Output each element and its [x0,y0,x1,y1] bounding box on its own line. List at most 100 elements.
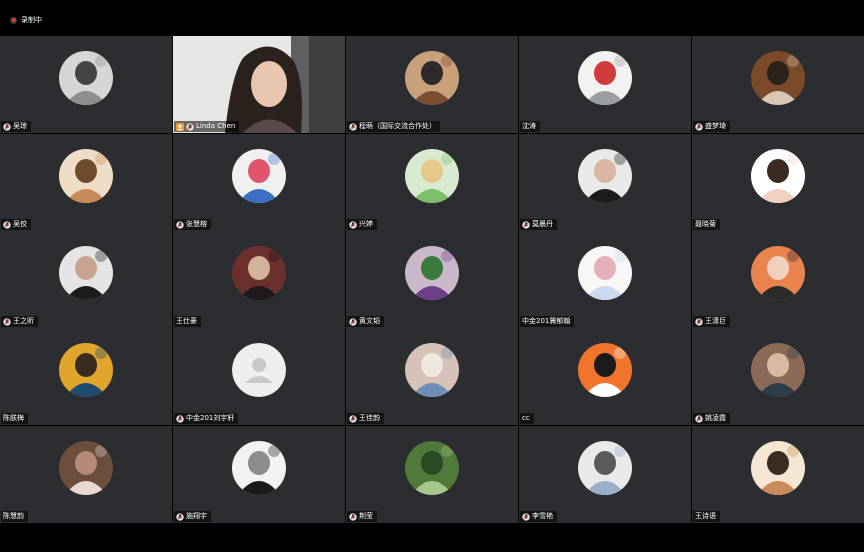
participant-tile[interactable]: 荆莹 [346,426,518,523]
participant-tile[interactable]: 王之昕 [0,231,172,328]
participant-name: 王潇巨 [705,317,726,325]
participant-name: 吴佼 [13,220,27,228]
participant-name: Linda Chen [196,122,236,130]
participant-name-bar: 聂晓菊 [693,219,720,230]
participant-tile[interactable]: 陈慧韵 [0,426,172,523]
microphone-icon [522,512,530,521]
default-user-icon [232,343,286,397]
participant-name-bar: 张慧榕 [174,219,211,230]
participant-name: 王之昕 [13,317,34,325]
microphone-icon [176,220,184,229]
microphone-icon [695,317,703,326]
microphone-icon [186,122,194,131]
participant-tile[interactable]: 沈涛 [519,36,691,133]
microphone-icon [349,122,357,131]
participant-name: 吴琼 [13,122,27,130]
participant-tile[interactable]: 盛梦琦 [692,36,864,133]
photo-icon [405,441,459,495]
participant-name-bar: 陈朕梅 [1,413,28,424]
participant-tile[interactable]: 王仕豪 [173,231,345,328]
microphone-icon [3,122,11,131]
participant-tile[interactable]: 王潇巨 [692,231,864,328]
participant-name: 施翔宇 [186,512,207,520]
recording-indicator[interactable]: 录制中 [10,15,42,25]
cartoon-icon [405,149,459,203]
participant-grid: 吴琼 Linda Chen 程萌（国际交流合作处） 沈涛 盛梦琦吴佼 张慧榕 兴婷 莫晨丹 聂晓… [0,36,864,524]
participant-tile[interactable]: 王佳韵 [346,328,518,425]
participant-name-bar: 兴婷 [347,219,377,230]
participant-tile[interactable]: 中金201刘宇轩 [173,328,345,425]
participant-name: 王仕豪 [176,317,197,325]
microphone-icon [3,317,11,326]
photo-icon [751,51,805,105]
microphone-icon [522,220,530,229]
participant-name-bar: 吴琼 [1,121,31,132]
participant-tile[interactable]: 陈朕梅 [0,328,172,425]
recording-label: 录制中 [21,16,42,24]
participant-tile[interactable]: 李雪艳 [519,426,691,523]
microphone-icon [695,414,703,423]
participant-tile[interactable]: 莫晨丹 [519,134,691,231]
participant-tile[interactable]: 黄文韬 [346,231,518,328]
microphone-icon [349,317,357,326]
participant-name: 中金201冀郁翰 [522,317,571,325]
participant-name-bar: 李雪艳 [520,511,557,522]
participant-name-bar: 黄文韬 [347,316,384,327]
photo-icon [59,441,113,495]
participant-name: 陈慧韵 [3,512,24,520]
person-icon [751,246,805,300]
participant-tile[interactable]: 张慧榕 [173,134,345,231]
child-icon [59,149,113,203]
microphone-icon [349,414,357,423]
purple-character-icon [405,246,459,300]
participant-name-bar: 王诗语 [693,511,720,522]
host-icon [176,122,184,131]
person-icon [59,246,113,300]
participant-tile[interactable]: 姚凌霞 [692,328,864,425]
participant-name-bar: 沈涛 [520,121,540,132]
bottom-bar [0,524,864,552]
microphone-icon [695,122,703,131]
participant-tile[interactable]: 吴琼 [0,36,172,133]
participant-tile[interactable]: 聂晓菊 [692,134,864,231]
person-icon [751,343,805,397]
participant-name-bar: 王佳韵 [347,413,384,424]
participant-tile[interactable]: 施翔宇 [173,426,345,523]
participant-name-bar: 王仕豪 [174,316,201,327]
participant-name-bar: Linda Chen [174,121,240,132]
child-icon [751,441,805,495]
microphone-icon [349,220,357,229]
participant-tile[interactable]: 吴佼 [0,134,172,231]
top-bar: 录制中 [0,0,864,36]
participant-name: 姚凌霞 [705,414,726,422]
cat-icon [578,51,632,105]
person-icon [232,246,286,300]
anime-icon [232,149,286,203]
participant-tile[interactable]: 兴婷 [346,134,518,231]
microphone-icon [176,512,184,521]
participant-name-bar: 陈慧韵 [1,511,28,522]
photo-icon [405,343,459,397]
participant-name: 王佳韵 [359,414,380,422]
record-icon [10,16,17,24]
cartoon-icon [578,343,632,397]
participant-name: 中金201刘宇轩 [186,414,235,422]
participant-name: 荆莹 [359,512,373,520]
participant-name-bar: 姚凌霞 [693,413,730,424]
participant-name-bar: cc [520,413,534,424]
microphone-icon [3,220,11,229]
participant-video-tile[interactable]: Linda Chen [173,36,345,133]
participant-tile[interactable]: 中金201冀郁翰 [519,231,691,328]
cat-icon [59,51,113,105]
participant-name: 李雪艳 [532,512,553,520]
participant-name-bar: 程萌（国际交流合作处） [347,121,440,132]
microphone-icon [349,512,357,521]
participant-tile[interactable]: 王诗语 [692,426,864,523]
participant-tile[interactable]: 程萌（国际交流合作处） [346,36,518,133]
person-icon [578,149,632,203]
participant-name-bar: 莫晨丹 [520,219,557,230]
participant-name: 王诗语 [695,512,716,520]
participant-name: 程萌（国际交流合作处） [359,122,436,130]
participant-name: 黄文韬 [359,317,380,325]
participant-tile[interactable]: cc [519,328,691,425]
